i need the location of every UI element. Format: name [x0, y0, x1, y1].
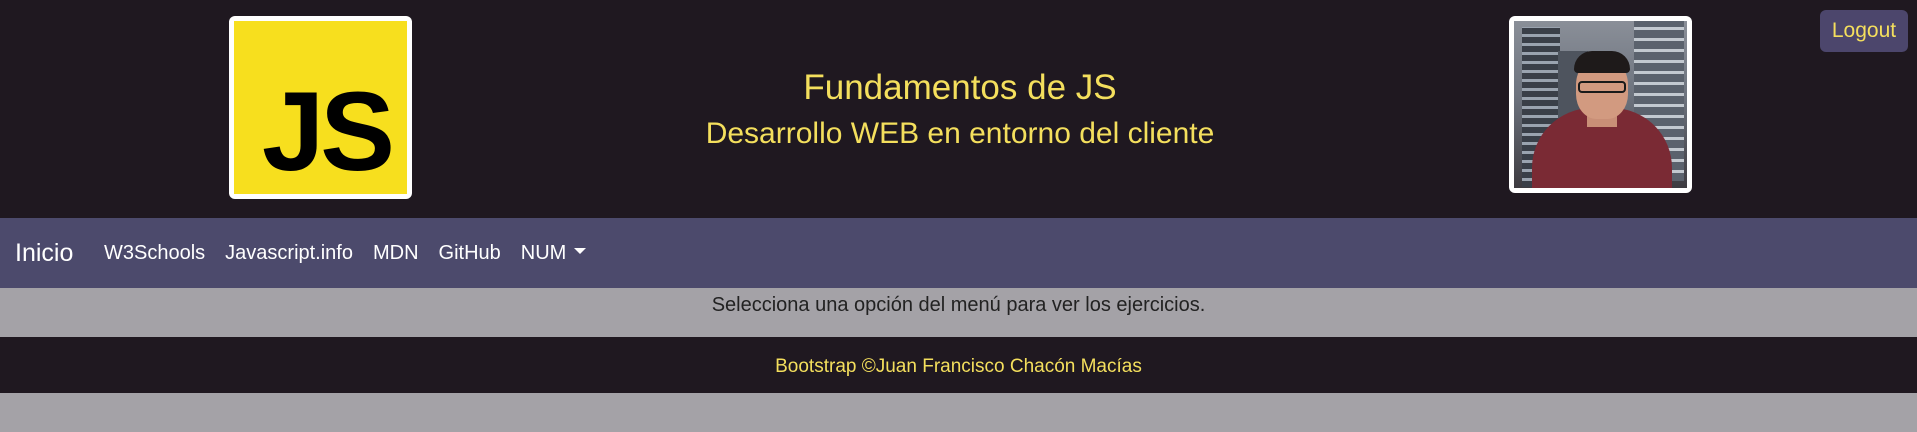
- main-content: Selecciona una opción del menú para ver …: [0, 288, 1917, 337]
- page-title: Fundamentos de JS: [803, 68, 1117, 107]
- nav-links: W3Schools Javascript.info MDN GitHub NUM: [94, 218, 596, 288]
- photo-person-hair: [1574, 51, 1630, 73]
- js-logo-frame: JS: [229, 16, 412, 199]
- page-subtitle: Desarrollo WEB en entorno del cliente: [705, 117, 1215, 150]
- title-block: Fundamentos de JS Desarrollo WEB en ento…: [560, 64, 1360, 156]
- nav-dropdown-label: NUM: [520, 241, 567, 264]
- navbar-brand-inicio[interactable]: Inicio: [15, 218, 73, 288]
- footer: Bootstrap ©Juan Francisco Chacón Macías: [0, 337, 1917, 393]
- profile-photo: [1514, 21, 1687, 188]
- js-logo-text: JS: [262, 69, 395, 194]
- nav-link-w3schools[interactable]: W3Schools: [94, 242, 215, 265]
- photo-person-glasses: [1578, 81, 1626, 93]
- logout-button[interactable]: Logout: [1820, 10, 1908, 52]
- profile-photo-frame: [1509, 16, 1692, 193]
- content-message: Selecciona una opción del menú para ver …: [711, 294, 1206, 316]
- caret-down-icon: [574, 248, 587, 255]
- header: JS Fundamentos de JS Desarrollo WEB en e…: [0, 0, 1917, 218]
- nav-link-javascript-info[interactable]: Javascript.info: [215, 242, 363, 265]
- js-logo: JS: [234, 21, 407, 194]
- nav-link-mdn[interactable]: MDN: [363, 242, 429, 265]
- nav-link-github[interactable]: GitHub: [429, 242, 511, 265]
- nav-dropdown-num[interactable]: NUM: [511, 242, 597, 265]
- navbar: Inicio W3Schools Javascript.info MDN Git…: [0, 218, 1917, 288]
- footer-text: Bootstrap ©Juan Francisco Chacón Macías: [775, 356, 1142, 377]
